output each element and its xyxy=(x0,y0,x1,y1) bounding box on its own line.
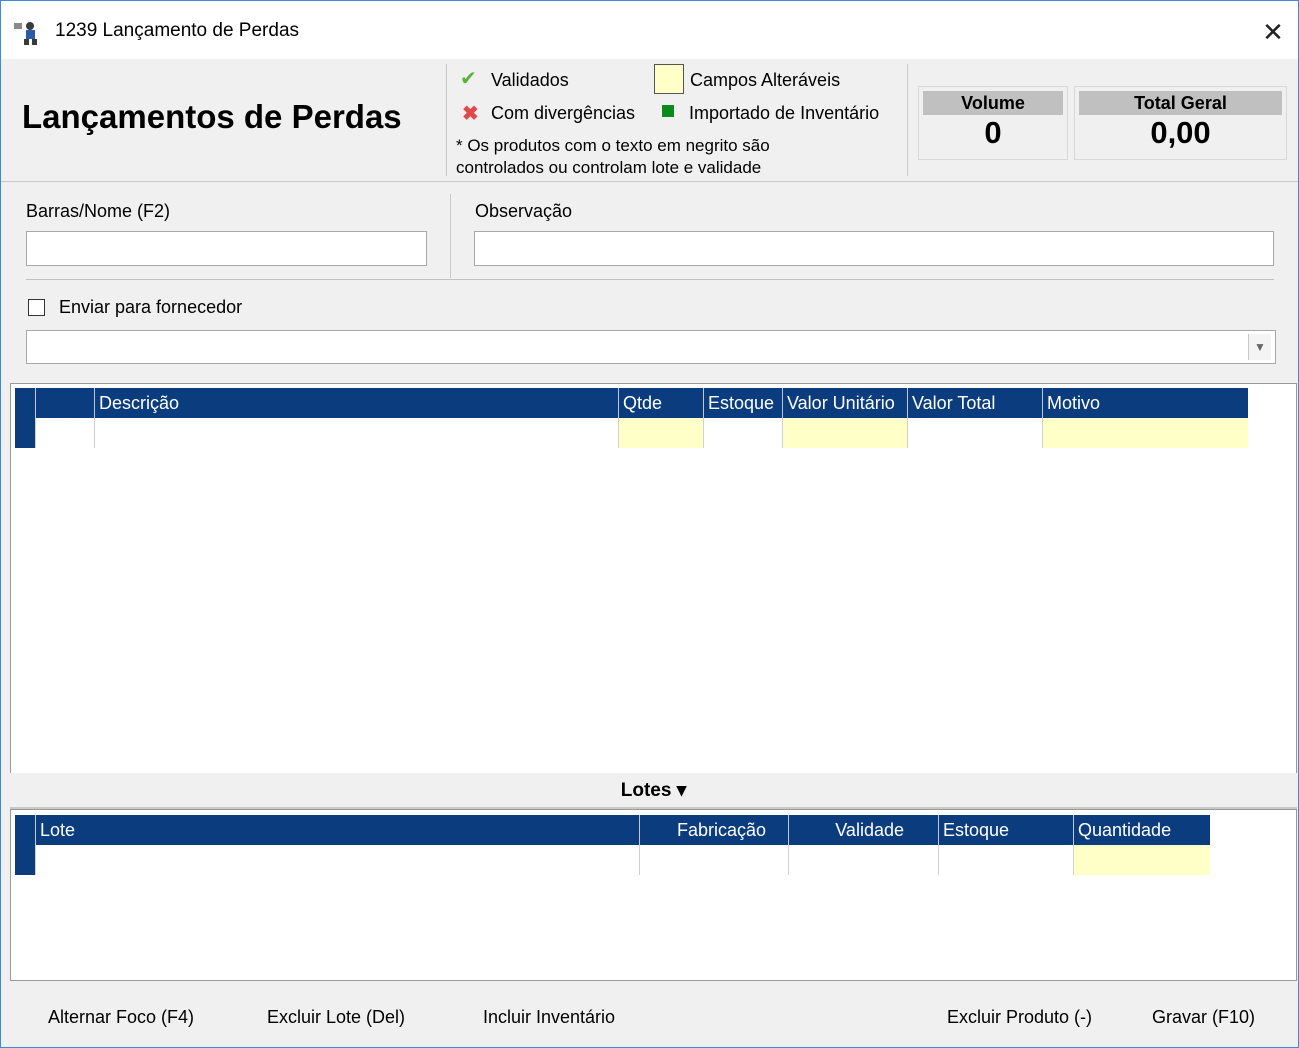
row-cell-qtde[interactable] xyxy=(619,418,704,448)
lotes-toggle-button[interactable]: Lotes ▾ xyxy=(10,773,1297,809)
total-label: Total Geral xyxy=(1079,91,1282,115)
row-cell-estoque-lote[interactable] xyxy=(939,845,1074,875)
table-row[interactable] xyxy=(15,845,1210,875)
lotes-grid-header: Lote Fabricação Validade Estoque Quantid… xyxy=(15,815,1210,845)
row-cell-valor-total[interactable] xyxy=(908,418,1043,448)
row-header-cell xyxy=(15,815,36,845)
legend-imported: Importado de Inventário xyxy=(689,103,880,123)
alternar-foco-button[interactable]: Alternar Foco (F4) xyxy=(48,1007,194,1028)
row-indicator xyxy=(15,418,36,448)
table-row[interactable] xyxy=(15,418,1248,448)
row-cell-motivo[interactable] xyxy=(1043,418,1248,448)
barras-label: Barras/Nome (F2) xyxy=(26,201,171,221)
total-value: 0,00 xyxy=(1150,115,1211,150)
divergent-x-icon: ✖ xyxy=(462,103,479,125)
row-header-cell xyxy=(15,388,36,418)
column-lote[interactable]: Lote xyxy=(36,815,640,845)
row-cell-estoque[interactable] xyxy=(704,418,783,448)
observacao-label: Observação xyxy=(475,201,573,221)
chevron-down-icon[interactable]: ▼ xyxy=(1248,334,1271,360)
header-divider-2 xyxy=(907,64,908,176)
row-cell-fabricacao[interactable] xyxy=(640,845,789,875)
column-blank xyxy=(36,388,95,418)
incluir-inventario-button[interactable]: Incluir Inventário xyxy=(483,1007,615,1028)
row-cell-validade[interactable] xyxy=(789,845,939,875)
form-divider xyxy=(450,194,451,278)
column-fabricacao[interactable]: Fabricação xyxy=(640,815,789,845)
editable-swatch-icon xyxy=(654,64,684,94)
legend-divergent: Com divergências xyxy=(491,103,636,123)
row-cell-blank[interactable] xyxy=(36,418,95,448)
enviar-label: Enviar para fornecedor xyxy=(59,297,243,317)
header-divider xyxy=(446,64,447,176)
app-icon xyxy=(14,22,37,45)
volume-value: 0 xyxy=(984,115,1002,150)
total-box: Total Geral 0,00 xyxy=(1074,86,1287,160)
legend-validated: Validados xyxy=(491,70,569,90)
column-descricao[interactable]: Descrição xyxy=(95,388,619,418)
excluir-lote-button[interactable]: Excluir Lote (Del) xyxy=(267,1007,405,1028)
volume-label: Volume xyxy=(923,91,1063,115)
column-motivo[interactable]: Motivo xyxy=(1043,388,1248,418)
imported-square-icon xyxy=(662,105,674,117)
bold-products-note-line1: * Os produtos com o texto em negrito são xyxy=(456,136,770,155)
column-validade[interactable]: Validade xyxy=(789,815,939,845)
gravar-button[interactable]: Gravar (F10) xyxy=(1152,1007,1255,1028)
row-cell-quantidade[interactable] xyxy=(1074,845,1210,875)
page-title: Lançamentos de Perdas xyxy=(22,98,402,135)
excluir-produto-button[interactable]: Excluir Produto (-) xyxy=(947,1007,1092,1028)
volume-box: Volume 0 xyxy=(918,86,1068,160)
legend-editable: Campos Alteráveis xyxy=(690,70,841,90)
column-estoque[interactable]: Estoque xyxy=(704,388,783,418)
column-quantidade[interactable]: Quantidade xyxy=(1074,815,1210,845)
row-cell-lote[interactable] xyxy=(36,845,640,875)
column-qtde[interactable]: Qtde xyxy=(619,388,704,418)
bold-products-note-line2: controlados ou controlam lote e validade xyxy=(456,158,762,177)
column-estoque-lote[interactable]: Estoque xyxy=(939,815,1074,845)
validated-check-icon: ✔ xyxy=(460,68,477,90)
form-separator xyxy=(26,279,1274,280)
enviar-checkbox[interactable] xyxy=(28,299,45,316)
fornecedor-select[interactable]: ▼ xyxy=(26,330,1276,364)
observacao-input[interactable] xyxy=(474,231,1274,266)
row-cell-valor-unitario[interactable] xyxy=(783,418,908,448)
window-title: 1239 Lançamento de Perdas xyxy=(55,20,300,41)
products-grid-header: Descrição Qtde Estoque Valor Unitário Va… xyxy=(15,388,1248,418)
close-button[interactable]: ✕ xyxy=(1255,14,1291,50)
column-valor-total[interactable]: Valor Total xyxy=(908,388,1043,418)
barras-input[interactable] xyxy=(26,231,427,266)
row-cell-descricao[interactable] xyxy=(95,418,619,448)
row-indicator xyxy=(15,845,36,875)
column-valor-unitario[interactable]: Valor Unitário xyxy=(783,388,908,418)
